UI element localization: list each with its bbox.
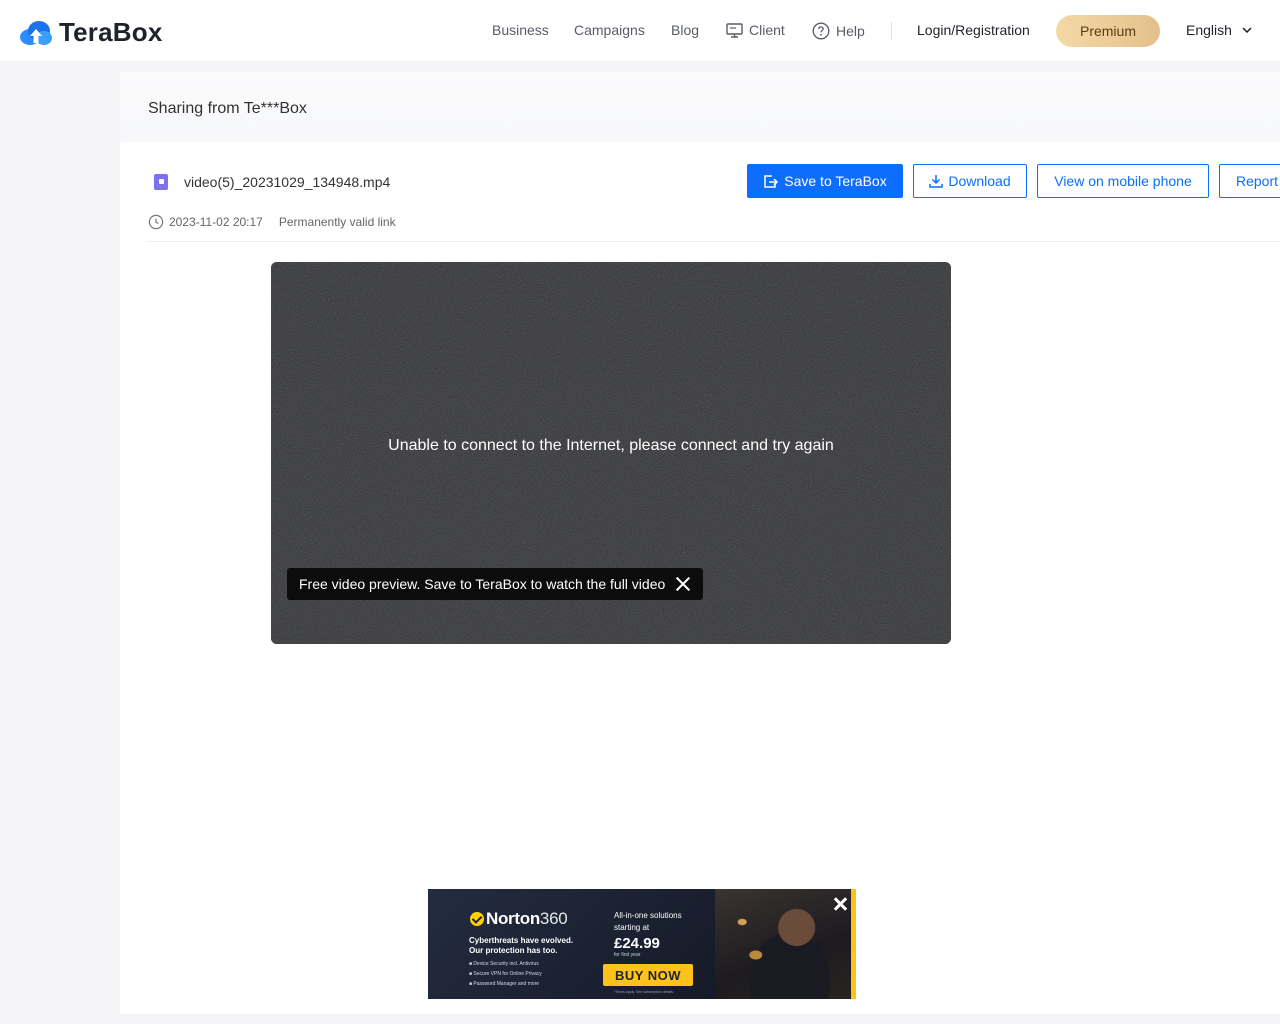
link-validity: Permanently valid link: [278, 215, 396, 229]
video-error-message: Unable to connect to the Internet, pleas…: [388, 437, 834, 454]
ad-price: £24.99: [614, 935, 660, 952]
ad-feature-list: Device Security incl. Antivirus Secure V…: [469, 959, 542, 989]
language-selector[interactable]: English: [1186, 22, 1252, 38]
ad-accent-stripe: [851, 889, 856, 999]
save-label: Save to TeraBox: [784, 173, 887, 189]
premium-button[interactable]: Premium: [1056, 15, 1160, 47]
video-player[interactable]: Unable to connect to the Internet, pleas…: [271, 262, 951, 644]
ad-price-note: for first year: [614, 952, 641, 958]
nav-help-label: Help: [836, 23, 865, 39]
top-header: TeraBox Business Campaigns Blog Client H…: [0, 0, 1280, 62]
ad-headline: Cyberthreats have evolved. Our protectio…: [469, 936, 574, 955]
save-export-icon: [764, 174, 779, 188]
nav-blog[interactable]: Blog: [671, 22, 699, 38]
view-on-mobile-button[interactable]: View on mobile phone: [1037, 164, 1209, 198]
download-label: Download: [948, 173, 1011, 189]
clock-icon: [148, 214, 164, 230]
help-circle-icon: [812, 22, 830, 40]
share-header: Sharing from Te***Box: [120, 72, 1280, 142]
terabox-logo[interactable]: TeraBox: [19, 17, 163, 48]
preview-tip: Free video preview. Save to TeraBox to w…: [287, 568, 704, 600]
ad-offer: All-in-one solutions starting at £24.99 …: [614, 910, 704, 958]
ad-feature: Secure VPN for Online Privacy: [469, 969, 541, 979]
cloud-logo-icon: [19, 19, 53, 47]
close-icon[interactable]: [675, 576, 691, 592]
download-icon: [929, 175, 944, 188]
ad-buy-now-button[interactable]: BUY NOW: [603, 964, 693, 986]
save-to-terabox-button[interactable]: Save to TeraBox: [747, 164, 903, 198]
login-registration-link[interactable]: Login/Registration: [917, 22, 1030, 38]
file-name: video(5)_20231029_134948.mp4: [184, 174, 391, 190]
nav-divider: [891, 22, 892, 40]
ad-brand-name: Norton: [486, 909, 540, 928]
report-button[interactable]: Report: [1219, 164, 1280, 198]
chevron-down-icon: [1242, 27, 1252, 33]
monitor-icon: [726, 22, 743, 38]
language-label: English: [1186, 22, 1232, 38]
ad-brand: Norton 360: [470, 909, 568, 929]
ad-close-icon[interactable]: [832, 896, 848, 912]
checkmark-logo-icon: [470, 912, 484, 926]
ad-offer-line: All-in-one solutions starting at: [614, 911, 682, 932]
nav-campaigns[interactable]: Campaigns: [574, 22, 645, 38]
file-panel: video(5)_20231029_134948.mp4 2023-11-02 …: [120, 142, 1280, 1014]
norton-ad-banner[interactable]: Norton 360 Cyberthreats have evolved. Our…: [428, 889, 856, 999]
video-file-icon: [154, 174, 168, 190]
ad-content: Norton 360 Cyberthreats have evolved. Our…: [428, 889, 715, 999]
ad-feature: Device Security incl. Antivirus: [469, 959, 542, 969]
share-date: 2023-11-02 20:17: [169, 215, 263, 229]
divider: [146, 241, 1280, 242]
ad-feature: Password Manager and more: [469, 979, 542, 989]
preview-tip-text: Free video preview. Save to TeraBox to w…: [299, 576, 666, 592]
brand-name: TeraBox: [59, 17, 163, 47]
download-button[interactable]: Download: [913, 164, 1027, 198]
nav-client-label: Client: [749, 22, 785, 38]
nav-client[interactable]: Client: [726, 22, 785, 38]
file-info: video(5)_20231029_134948.mp4: [154, 174, 390, 190]
nav-help[interactable]: Help: [812, 22, 865, 40]
ad-terms: *Terms apply. See subscription details.: [614, 990, 674, 994]
share-title: Sharing from Te***Box: [148, 100, 307, 117]
nav-business[interactable]: Business: [492, 22, 549, 38]
ad-photo-woman-with-phone: [715, 889, 851, 999]
ad-brand-number: 360: [539, 909, 568, 928]
file-meta: 2023-11-02 20:17 Permanently valid link: [148, 214, 396, 230]
